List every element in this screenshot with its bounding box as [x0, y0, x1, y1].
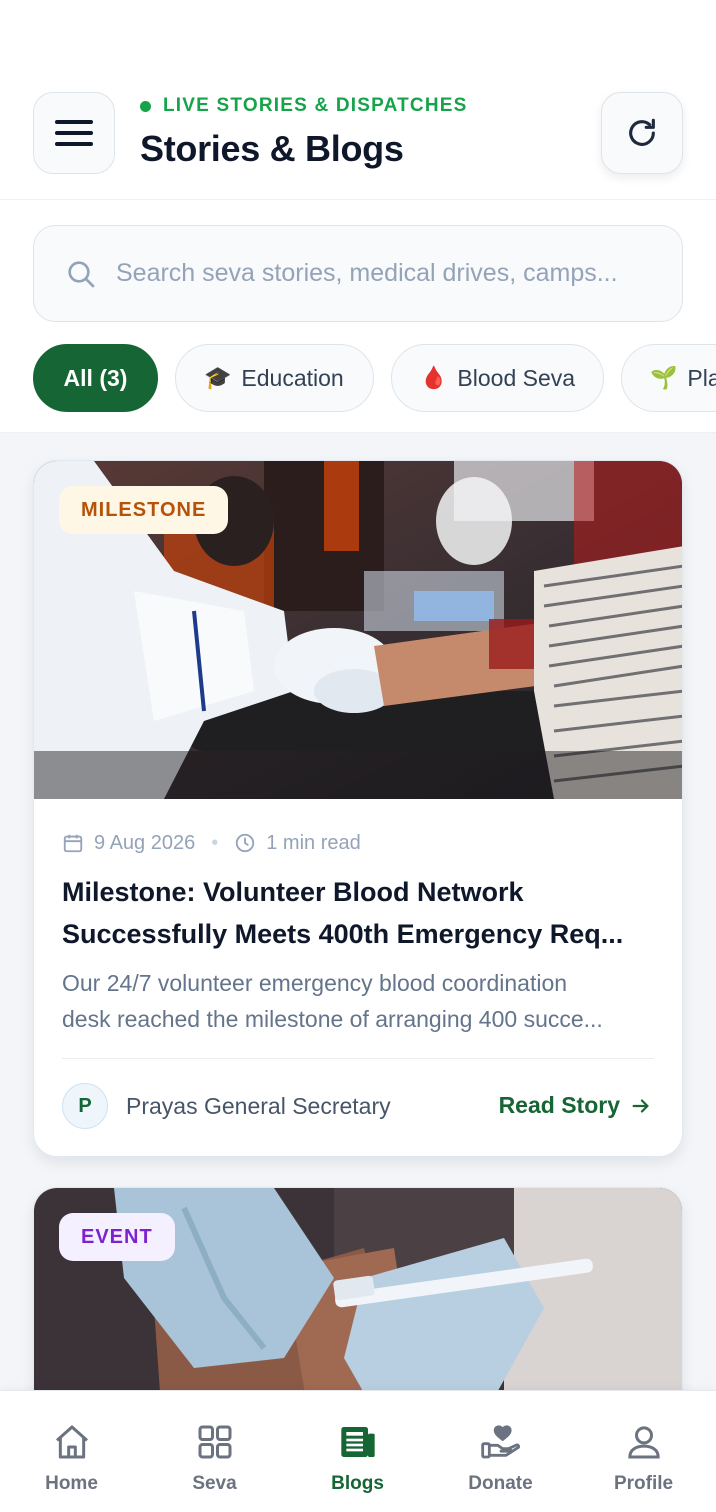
- nav-label: Blogs: [331, 1473, 384, 1494]
- filter-chip-label: Education: [241, 364, 344, 391]
- nav-item-blogs[interactable]: Blogs: [286, 1391, 429, 1512]
- card-divider: [62, 1058, 654, 1059]
- story-card[interactable]: MILESTONE 9 Aug 2026 • 1 min read Milest…: [33, 460, 683, 1157]
- home-icon: [50, 1421, 94, 1463]
- user-icon: [622, 1421, 666, 1463]
- author-name: Prayas General Secretary: [126, 1093, 391, 1119]
- story-card[interactable]: EVENT: [33, 1187, 683, 1390]
- refresh-button[interactable]: [601, 92, 683, 174]
- menu-button[interactable]: [33, 92, 115, 174]
- live-dot-icon: [140, 100, 151, 112]
- filter-chip-plantation[interactable]: 🌱 Pla: [621, 344, 716, 412]
- newspaper-icon: [336, 1421, 380, 1463]
- seedling-icon: 🌱: [650, 365, 678, 390]
- clock-icon: [234, 832, 256, 854]
- category-filter-chips: All (3) 🎓 Education 🩸 Blood Seva 🌱 Pla: [33, 344, 716, 412]
- blood-drop-icon: 🩸: [420, 365, 448, 390]
- read-story-label: Read Story: [498, 1092, 620, 1118]
- story-cover-image: EVENT: [34, 1188, 682, 1390]
- search-bar[interactable]: [33, 225, 683, 322]
- nav-label: Seva: [192, 1473, 237, 1494]
- nav-label: Profile: [613, 1473, 674, 1494]
- category-badge: EVENT: [59, 1213, 175, 1261]
- refresh-icon: [629, 118, 655, 146]
- filter-chip-label: Pla: [687, 364, 716, 391]
- nav-label: Donate: [468, 1473, 533, 1494]
- filter-chip-label: All (3): [63, 364, 128, 391]
- bottom-navigation: Home Seva Blogs Donate Profile: [0, 1390, 716, 1512]
- story-excerpt: Our 24/7 volunteer emergency blood coord…: [62, 965, 662, 1037]
- story-excerpt-line: desk reached the milestone of arranging …: [62, 1006, 603, 1032]
- search-icon: [64, 257, 98, 291]
- grid-icon: [193, 1421, 237, 1463]
- app-header: LIVE STORIES & DISPATCHES Stories & Blog…: [0, 0, 716, 200]
- filter-chip-education[interactable]: 🎓 Education: [175, 344, 374, 412]
- nav-item-seva[interactable]: Seva: [143, 1391, 286, 1512]
- story-excerpt-line: Our 24/7 volunteer emergency blood coord…: [62, 970, 568, 996]
- live-indicator: LIVE STORIES & DISPATCHES: [140, 95, 468, 117]
- donate-hand-heart-icon: [479, 1421, 523, 1463]
- live-label: LIVE STORIES & DISPATCHES: [163, 95, 468, 116]
- nav-item-profile[interactable]: Profile: [572, 1391, 715, 1512]
- filter-chip-blood-seva[interactable]: 🩸 Blood Seva: [391, 344, 604, 412]
- story-title[interactable]: Milestone: Volunteer Blood Network Succe…: [62, 871, 662, 955]
- read-story-link[interactable]: Read Story: [499, 1092, 652, 1119]
- story-title-line: Milestone: Volunteer Blood Network: [62, 877, 524, 907]
- nav-item-donate[interactable]: Donate: [429, 1391, 572, 1512]
- search-input[interactable]: [116, 259, 656, 288]
- nav-label: Home: [45, 1473, 98, 1494]
- author-avatar: P: [62, 1083, 108, 1129]
- page-title: Stories & Blogs: [140, 128, 404, 169]
- story-read-time: 1 min read: [266, 831, 361, 854]
- filter-chip-label: Blood Seva: [457, 364, 576, 391]
- story-meta: 9 Aug 2026 • 1 min read: [62, 829, 361, 857]
- filter-chip-all[interactable]: All (3): [33, 344, 158, 412]
- meta-separator: •: [211, 831, 219, 854]
- arrow-right-icon: [632, 1098, 649, 1113]
- calendar-icon: [62, 832, 84, 854]
- nav-item-home[interactable]: Home: [0, 1391, 143, 1512]
- stories-feed[interactable]: MILESTONE 9 Aug 2026 • 1 min read Milest…: [0, 432, 716, 1390]
- story-title-line: Successfully Meets 400th Emergency Req..…: [62, 919, 624, 949]
- story-date: 9 Aug 2026: [94, 831, 196, 854]
- graduation-cap-icon: 🎓: [204, 365, 232, 390]
- hamburger-menu-icon: [55, 120, 93, 146]
- category-badge: MILESTONE: [59, 486, 229, 534]
- story-cover-image: MILESTONE: [34, 461, 682, 799]
